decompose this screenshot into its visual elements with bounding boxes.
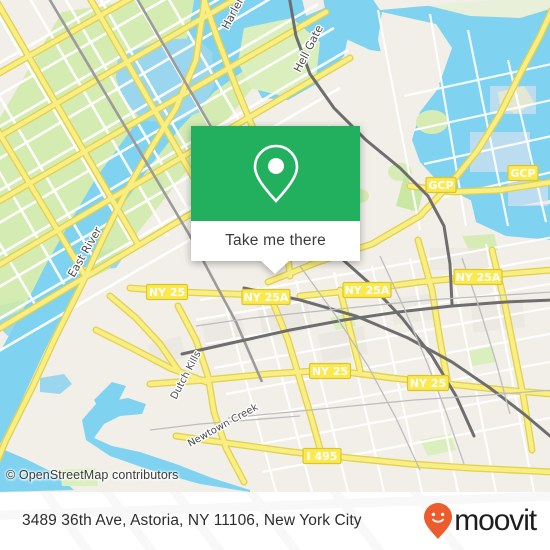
footer-bar: 3489 36th Ave, Astoria, NY 11106, New Yo… [0,492,550,550]
take-me-there-label: Take me there [225,232,326,249]
road-shield-label: NY 25A [456,271,501,284]
road-shield-label: I 495 [307,450,338,463]
popup-footer[interactable]: Take me there [191,221,360,261]
road-shield: NY 25A [453,268,503,286]
road-shield: GCP [425,176,457,194]
moovit-logo[interactable]: moovit [423,502,537,540]
road-shield: I 495 [302,447,342,465]
road-shield: GCP [507,164,539,182]
road-shield-label: NY 25 [149,286,185,299]
address-text: 3489 36th Ave, Astoria, NY 11106, New Yo… [22,512,362,529]
map-pin-icon [253,144,298,203]
moovit-smiling-pin-icon [424,503,453,539]
road-shield: NY 25A [241,288,291,306]
road-shield-label: GCP [510,167,535,180]
road-shield-label: NY 25A [345,284,390,297]
road-shield: NY 25 [406,374,450,392]
road-shield-label: NY 25 [312,365,348,378]
road-shield: NY 25 [145,283,189,301]
popup-header [191,126,360,221]
moovit-map-screenshot: GCP GCP NY 25A NY 25A NY 25A NY 25 NY 25 NY 25 I… [0,0,550,550]
take-me-there-popup[interactable]: Take me there [191,126,360,274]
road-shield-label: NY 25A [244,291,289,304]
road-shield: NY 25 [308,362,352,380]
popup-pointer-tail [260,260,290,274]
moovit-wordmark: moovit [454,504,537,537]
road-shield: NY 25A [342,281,392,299]
osm-attribution: © OpenStreetMap contributors [6,468,179,482]
road-shield-label: GCP [428,179,453,192]
road-shield-label: NY 25 [410,377,446,390]
